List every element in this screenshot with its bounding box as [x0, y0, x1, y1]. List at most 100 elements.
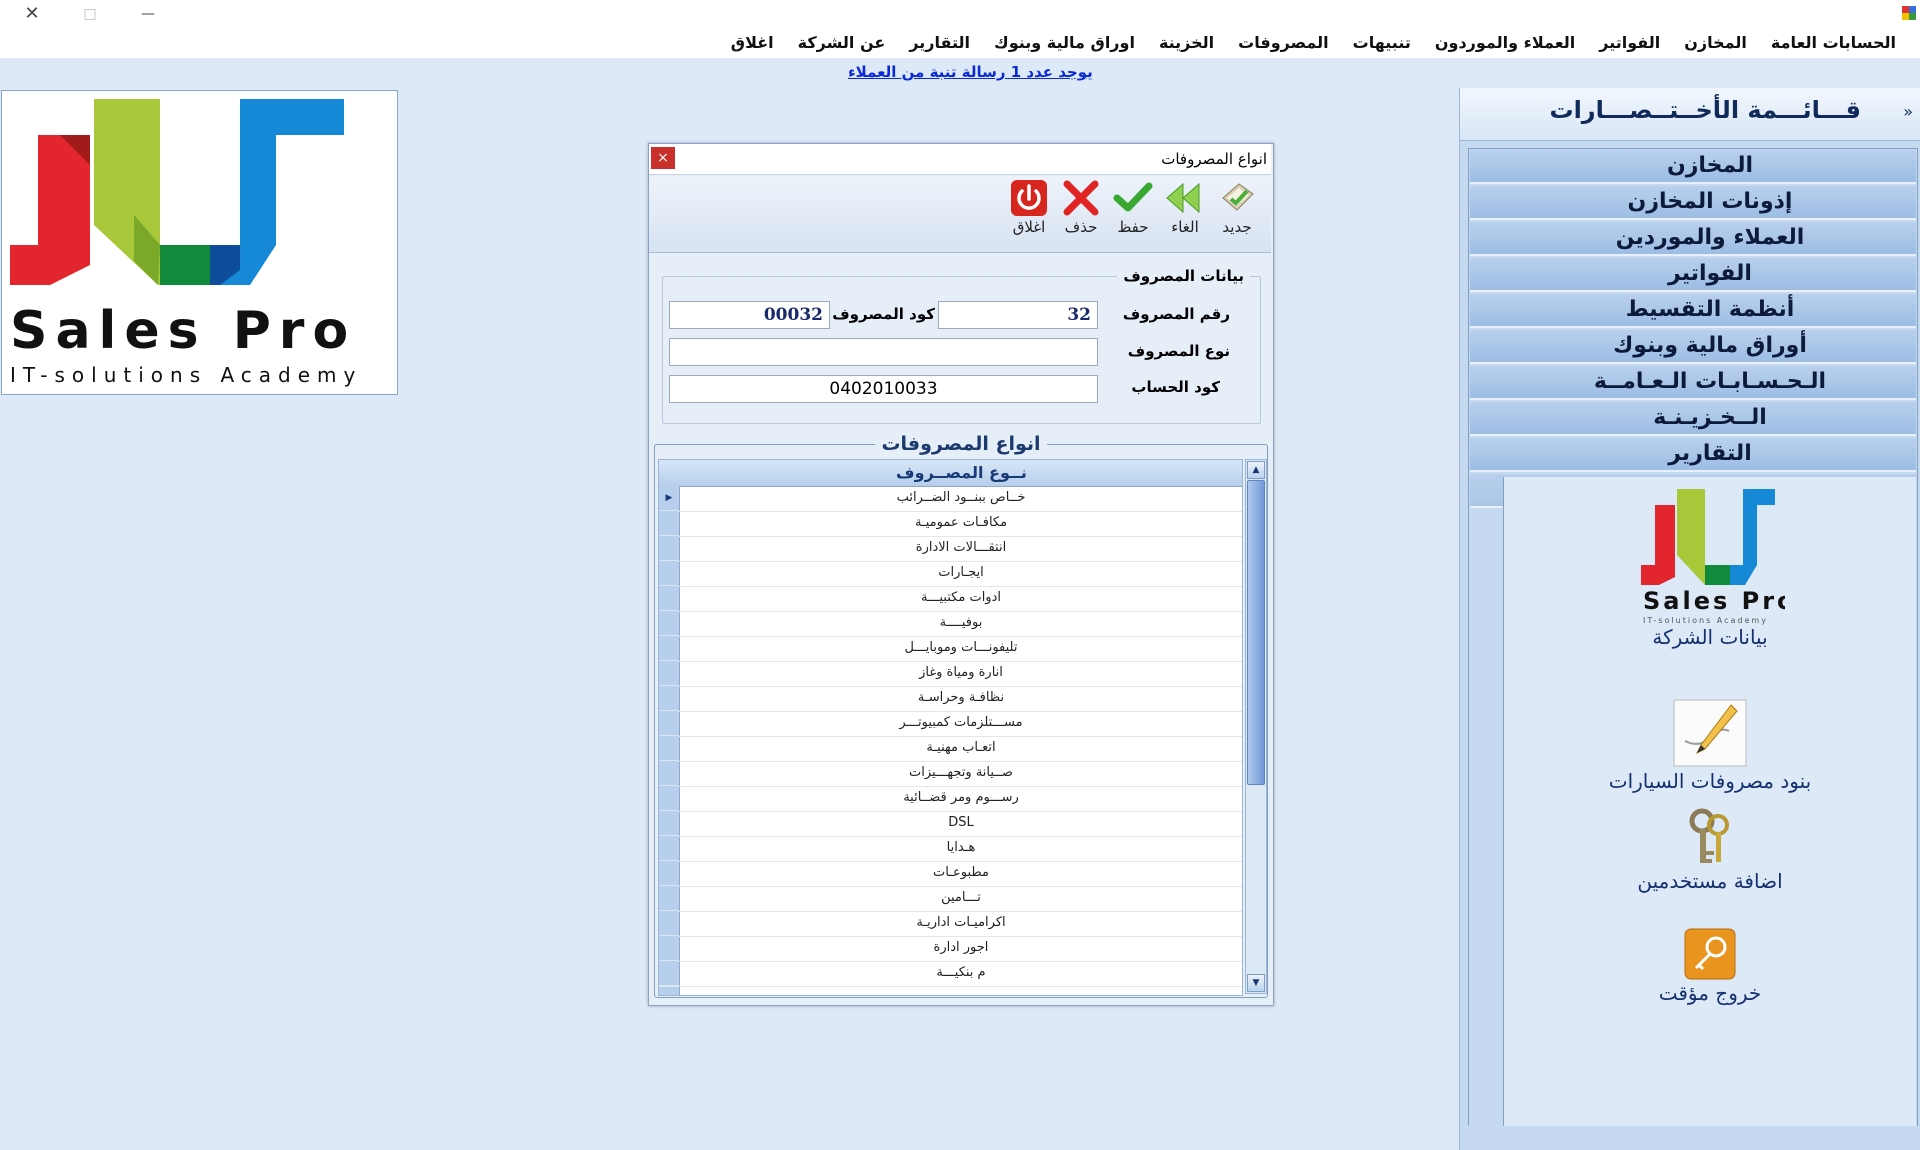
table-row[interactable]: هـدايا — [659, 836, 1242, 862]
nav-item[interactable]: الفواتير — [1470, 258, 1916, 292]
expense-code-field[interactable]: 00032 — [669, 301, 830, 329]
row-selector[interactable] — [659, 636, 679, 661]
expense-type-cell[interactable]: نظافـة وحراسـة — [680, 686, 1242, 710]
row-selector[interactable] — [659, 736, 679, 761]
nav-item[interactable]: أوراق مالية وبنوك — [1470, 330, 1916, 364]
menu-item[interactable]: المخازن — [1672, 28, 1759, 58]
expense-type-field[interactable] — [669, 338, 1098, 366]
nav-item[interactable]: العملاء والموردين — [1470, 222, 1916, 256]
expense-type-cell[interactable]: رســـوم ومر قضــائية — [680, 786, 1242, 810]
table-row[interactable]: بوفيــــة — [659, 611, 1242, 637]
row-selector[interactable] — [659, 586, 679, 611]
customer-alert-link[interactable]: يوجد عدد 1 رسالة تنبة من العملاء — [848, 63, 1093, 81]
temporary-exit-shortcut[interactable]: خروج مؤقت — [1504, 927, 1916, 1005]
nav-item[interactable]: أنظمة التقسيط — [1470, 294, 1916, 328]
menu-item[interactable]: اوراق مالية وبنوك — [982, 28, 1147, 58]
row-selector[interactable] — [659, 861, 679, 886]
table-row[interactable]: ايجـارات — [659, 561, 1242, 587]
dialog-close-button[interactable]: × — [651, 147, 675, 169]
expense-no-field[interactable]: 32 — [938, 301, 1098, 329]
add-users-shortcut[interactable]: اضافة مستخدمين — [1504, 807, 1916, 893]
expense-type-cell[interactable]: مســـتلزمات كمبيوتـــر — [680, 711, 1242, 735]
delete-button[interactable]: حذف — [1056, 180, 1106, 250]
table-row[interactable]: مكافـات عموميـة — [659, 511, 1242, 537]
row-selector[interactable] — [659, 611, 679, 636]
table-row[interactable]: مطبوعـات — [659, 861, 1242, 887]
menu-item[interactable]: اغلاق — [719, 28, 786, 58]
table-row[interactable]: اكراميـات اداريـة — [659, 911, 1242, 937]
window-close-button[interactable]: ✕ — [12, 2, 52, 26]
save-button[interactable]: حفظ — [1108, 180, 1158, 250]
expense-type-cell[interactable]: خــاص ببنــود الضــرائب — [680, 486, 1242, 510]
nav-item[interactable]: المخازن — [1470, 150, 1916, 184]
row-selector[interactable] — [659, 936, 679, 961]
row-selector[interactable] — [659, 661, 679, 686]
scroll-down-button[interactable]: ▼ — [1247, 974, 1265, 992]
expense-type-cell[interactable]: هـدايا — [680, 836, 1242, 860]
menu-item[interactable]: عن الشركة — [786, 28, 898, 58]
scroll-up-button[interactable]: ▲ — [1247, 461, 1265, 479]
vehicle-expenses-shortcut[interactable]: بنود مصروفات السيارات — [1504, 697, 1916, 793]
table-row[interactable]: م بنكيـــة — [659, 961, 1242, 987]
table-row[interactable]: تليفونـــات وموبايـــل — [659, 636, 1242, 662]
row-selector[interactable] — [659, 511, 679, 536]
scroll-thumb[interactable] — [1247, 480, 1265, 785]
menu-item[interactable]: الخزينة — [1147, 28, 1226, 58]
table-row[interactable]: انارة ومياة وغاز — [659, 661, 1242, 687]
expense-type-cell[interactable]: مطبوعـات — [680, 861, 1242, 885]
table-row[interactable]: اتعـاب مهنيـة — [659, 736, 1242, 762]
row-selector[interactable] — [659, 911, 679, 936]
close-button[interactable]: اغلاق — [1004, 180, 1054, 250]
menu-item[interactable]: المصروفات — [1226, 28, 1340, 58]
nav-item[interactable]: إذونات المخازن — [1470, 186, 1916, 220]
row-selector[interactable] — [659, 836, 679, 861]
expense-type-cell[interactable]: DSL — [680, 811, 1242, 835]
expense-type-cell[interactable]: اتعـاب مهنيـة — [680, 736, 1242, 760]
row-selector[interactable] — [659, 536, 679, 561]
table-row[interactable]: تـــامين — [659, 886, 1242, 912]
expense-type-cell[interactable]: اجور ادارة — [680, 936, 1242, 960]
expense-type-cell[interactable]: تليفونـــات وموبايـــل — [680, 636, 1242, 660]
expense-type-cell[interactable]: انتقـــالات الادارة — [680, 536, 1242, 560]
table-row[interactable]: انتقـــالات الادارة — [659, 536, 1242, 562]
row-selector[interactable] — [659, 886, 679, 911]
expense-type-cell[interactable]: م بنكيـــة — [680, 961, 1242, 985]
expense-type-cell[interactable]: ادوات مكتبيـــة — [680, 586, 1242, 610]
menu-item[interactable]: العملاء والموردون — [1423, 28, 1587, 58]
menu-item[interactable]: الحسابات العامة — [1759, 28, 1908, 58]
table-row[interactable]: رســـوم ومر قضــائية — [659, 786, 1242, 812]
company-data-shortcut[interactable]: Sales Pro IT-solutions Academy بيانات ال… — [1504, 485, 1916, 649]
expense-type-cell[interactable]: بوفيــــة — [680, 611, 1242, 635]
expense-type-cell[interactable]: اكراميـات اداريـة — [680, 911, 1242, 935]
table-row[interactable]: مســـتلزمات كمبيوتـــر — [659, 711, 1242, 737]
row-selector[interactable] — [659, 561, 679, 586]
window-minimize-button[interactable]: — — [128, 2, 168, 26]
nav-item[interactable]: الــخـزيـنـة — [1470, 402, 1916, 436]
nav-item[interactable]: الـحـسـابـات الـعـامــة — [1470, 366, 1916, 400]
row-selector[interactable] — [659, 711, 679, 736]
expense-type-cell[interactable]: صــيانة وتجهـــيزات — [680, 761, 1242, 785]
table-row[interactable]: ادوات مكتبيـــة — [659, 586, 1242, 612]
table-row[interactable]: صــيانة وتجهـــيزات — [659, 761, 1242, 787]
menu-item[interactable]: تنبيهات — [1341, 28, 1423, 58]
row-selector[interactable] — [659, 686, 679, 711]
account-code-field[interactable]: 0402010033 — [669, 375, 1098, 403]
collapse-panel-button[interactable]: » — [1903, 102, 1913, 121]
row-selector[interactable] — [659, 761, 679, 786]
row-selector[interactable]: ▶ — [659, 486, 679, 511]
expense-type-cell[interactable]: انارة ومياة وغاز — [680, 661, 1242, 685]
table-row[interactable]: ▶ خــاص ببنــود الضــرائب — [659, 486, 1242, 512]
expense-type-cell[interactable]: مكافـات عموميـة — [680, 511, 1242, 535]
row-selector[interactable] — [659, 961, 679, 986]
menu-item[interactable]: الفواتير — [1587, 28, 1672, 58]
row-selector[interactable] — [659, 811, 679, 836]
row-selector[interactable] — [659, 786, 679, 811]
table-row[interactable]: نظافـة وحراسـة — [659, 686, 1242, 712]
window-restore-button[interactable]: □ — [70, 2, 110, 26]
expense-type-cell[interactable]: ايجـارات — [680, 561, 1242, 585]
expense-type-cell[interactable]: تـــامين — [680, 886, 1242, 910]
menu-item[interactable]: التقارير — [897, 28, 982, 58]
nav-item[interactable]: التقارير — [1470, 438, 1916, 472]
table-row[interactable]: اجور ادارة — [659, 936, 1242, 962]
table-row[interactable]: DSL — [659, 811, 1242, 837]
